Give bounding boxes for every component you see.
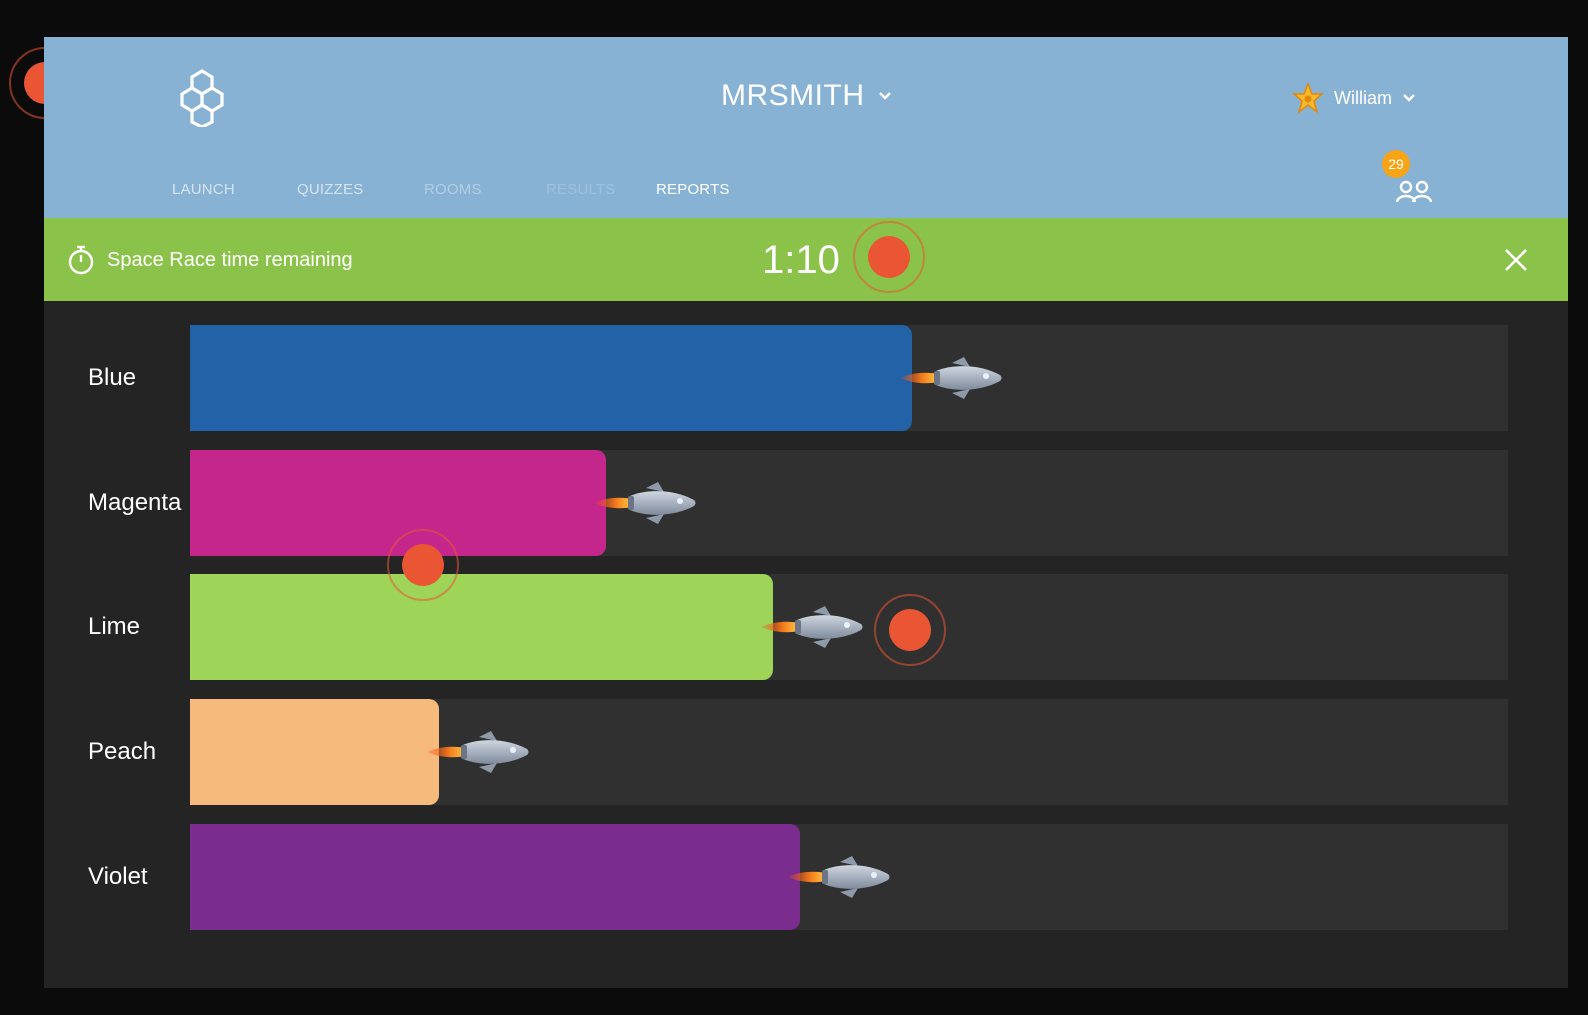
nav-rooms[interactable]: ROOMS bbox=[424, 181, 546, 198]
user-menu[interactable]: William bbox=[1292, 82, 1416, 114]
team-lane: Lime bbox=[44, 574, 1568, 680]
progress-fill bbox=[190, 699, 439, 805]
student-count-badge: 29 bbox=[1382, 150, 1410, 178]
nav-results[interactable]: RESULTS bbox=[546, 181, 656, 198]
touch-marker bbox=[874, 594, 946, 666]
main-nav: LAUNCH QUIZZES ROOMS RESULTS REPORTS bbox=[172, 181, 730, 198]
user-name: William bbox=[1334, 87, 1392, 108]
team-lane: Violet bbox=[44, 824, 1568, 930]
timer-bar: Space Race time remaining 1:10 bbox=[44, 218, 1568, 301]
hexagon-logo-icon[interactable] bbox=[176, 67, 228, 127]
team-lane: Magenta bbox=[44, 450, 1568, 556]
stopwatch-icon bbox=[68, 245, 94, 275]
progress-fill bbox=[190, 325, 912, 431]
team-lane: Peach bbox=[44, 699, 1568, 805]
rocket-icon bbox=[594, 480, 698, 526]
progress-fill bbox=[190, 574, 773, 680]
progress-track bbox=[190, 450, 1508, 556]
touch-marker bbox=[387, 529, 459, 601]
team-name: Violet bbox=[88, 863, 148, 890]
touch-marker-dot bbox=[402, 544, 444, 586]
team-name: Magenta bbox=[88, 489, 182, 516]
top-bar: MRSMITH William LAUNCH QUIZZES ROOMS RES… bbox=[44, 37, 1568, 218]
team-lane: Blue bbox=[44, 325, 1568, 431]
students-icon[interactable] bbox=[1394, 175, 1434, 205]
team-name: Peach bbox=[88, 738, 157, 765]
timer-label: Space Race time remaining bbox=[107, 249, 353, 271]
room-selector[interactable]: MRSMITH bbox=[721, 79, 892, 113]
progress-track bbox=[190, 824, 1508, 930]
timer-value: 1:10 bbox=[762, 238, 840, 282]
touch-marker-dot bbox=[889, 609, 931, 651]
room-name: MRSMITH bbox=[721, 79, 865, 112]
progress-track bbox=[190, 699, 1508, 805]
rocket-icon bbox=[761, 604, 865, 650]
progress-track bbox=[190, 574, 1508, 680]
chevron-down-icon bbox=[879, 92, 892, 100]
close-icon[interactable] bbox=[1502, 246, 1530, 274]
team-name: Lime bbox=[88, 613, 141, 640]
nav-reports[interactable]: REPORTS bbox=[656, 181, 730, 198]
nav-launch[interactable]: LAUNCH bbox=[172, 181, 297, 198]
progress-track bbox=[190, 325, 1508, 431]
rocket-icon bbox=[427, 729, 531, 775]
rocket-icon bbox=[900, 355, 1004, 401]
touch-marker-dot bbox=[868, 236, 910, 278]
nav-quizzes[interactable]: QUIZZES bbox=[297, 181, 424, 198]
star-icon bbox=[1292, 82, 1324, 114]
touch-marker bbox=[853, 221, 925, 293]
rocket-icon bbox=[788, 854, 892, 900]
chevron-down-icon bbox=[1403, 94, 1415, 102]
app-window: MRSMITH William LAUNCH QUIZZES ROOMS RES… bbox=[44, 37, 1568, 988]
team-name: Blue bbox=[88, 364, 137, 391]
progress-fill bbox=[190, 824, 800, 930]
